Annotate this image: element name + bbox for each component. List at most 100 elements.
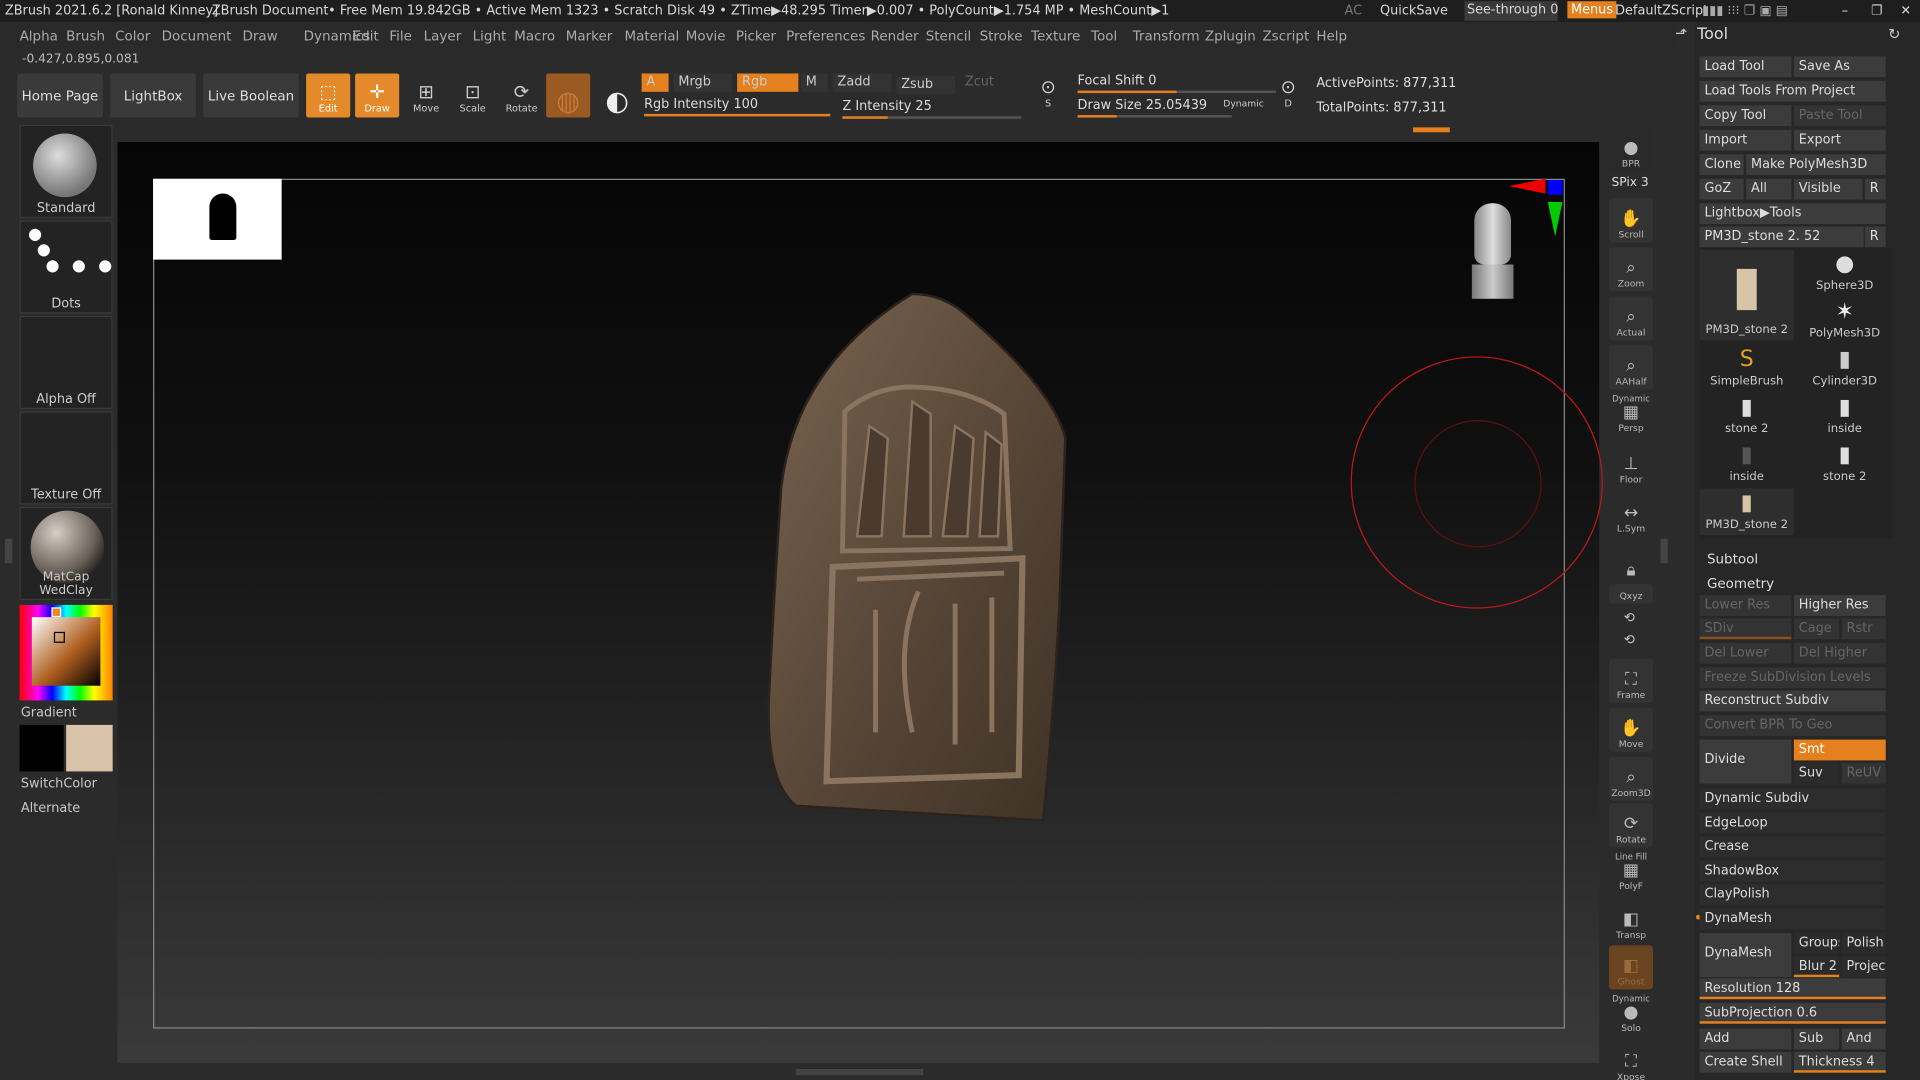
- menu-light[interactable]: Light: [473, 28, 507, 44]
- rotate-y-icon[interactable]: ⟲: [1624, 610, 1635, 626]
- tool-inside-a[interactable]: ▮ inside: [1798, 393, 1892, 440]
- menus-button[interactable]: Menus: [1567, 1, 1617, 19]
- import-button[interactable]: Import: [1699, 129, 1792, 151]
- move-button[interactable]: ⊞ Move: [404, 73, 448, 117]
- xpose-button[interactable]: ⛶ Xpose: [1608, 1040, 1654, 1080]
- maximize-icon[interactable]: ❐: [1871, 4, 1883, 19]
- zadd-toggle[interactable]: Zadd: [832, 73, 892, 92]
- lower-res-button[interactable]: Lower Res: [1699, 595, 1792, 616]
- menu-zplugin[interactable]: Zplugin: [1205, 28, 1256, 44]
- menu-zscript[interactable]: Zscript: [1262, 28, 1309, 44]
- secondary-color-swatch[interactable]: [19, 724, 64, 772]
- polish-toggle[interactable]: Polish: [1841, 933, 1886, 954]
- close-icon[interactable]: ✕: [1900, 4, 1911, 19]
- window-layout-icons[interactable]: ▮▮▮ ⁝⁝⁝ ❐ ▣ ▤: [1702, 4, 1788, 19]
- polyf-button[interactable]: Line Fill ▦ PolyF: [1608, 849, 1654, 894]
- menu-document[interactable]: Document: [162, 28, 232, 44]
- subprojection-slider[interactable]: SubProjection 0.6: [1699, 1002, 1886, 1024]
- menu-stroke[interactable]: Stroke: [980, 28, 1023, 44]
- menu-brush[interactable]: Brush: [66, 28, 105, 44]
- dynamesh-section[interactable]: DynaMesh: [1699, 908, 1886, 930]
- focal-shift-slider[interactable]: Focal Shift 0: [1077, 73, 1276, 94]
- crease-section[interactable]: Crease: [1699, 836, 1886, 858]
- reuv-toggle[interactable]: ReUV: [1841, 762, 1886, 784]
- claypolish-section[interactable]: ClayPolish: [1699, 884, 1886, 905]
- tool-simplebrush[interactable]: S SimpleBrush: [1700, 345, 1794, 392]
- save-as-button[interactable]: Save As: [1793, 56, 1886, 78]
- z-intensity-slider[interactable]: Z Intensity 25: [842, 99, 1022, 119]
- tool-pm3d-stone-2[interactable]: ▮ PM3D_stone 2: [1699, 249, 1794, 341]
- dynamic-toggle[interactable]: Dynamic: [1223, 98, 1264, 109]
- switchcolor-button[interactable]: SwitchColor: [21, 776, 97, 791]
- gradient-toggle[interactable]: Gradient: [21, 705, 77, 720]
- suv-toggle[interactable]: Suv: [1793, 762, 1840, 784]
- stone-tablet-model[interactable]: [759, 291, 1077, 830]
- see-through-slider[interactable]: See-through 0: [1464, 1, 1558, 21]
- menu-macro[interactable]: Macro: [514, 28, 555, 44]
- menu-stencil[interactable]: Stencil: [926, 28, 972, 44]
- menu-tool[interactable]: Tool: [1091, 28, 1117, 44]
- main-color-swatch[interactable]: [66, 724, 113, 772]
- minimize-icon[interactable]: –: [1842, 4, 1848, 19]
- mrgb-toggle[interactable]: Mrgb: [673, 73, 733, 92]
- xyz-button[interactable]: Qxyz: [1608, 584, 1654, 604]
- material-thumbnail[interactable]: MatCap WedClay: [19, 506, 113, 601]
- material-sphere-icon[interactable]: ◍: [546, 73, 591, 118]
- goz-all-button[interactable]: All: [1746, 178, 1792, 200]
- lock-button[interactable]: 🔒︎: [1608, 538, 1654, 583]
- live-boolean-button[interactable]: Live Boolean: [203, 73, 299, 118]
- rstr-button[interactable]: Rstr: [1841, 618, 1886, 640]
- rotate-view-button[interactable]: ⟳ Rotate: [1608, 803, 1654, 848]
- bpr-button[interactable]: ● BPR: [1608, 127, 1654, 172]
- script-label[interactable]: DefaultZScript: [1615, 4, 1708, 19]
- draw-size-slider[interactable]: Draw Size 25.05439: [1077, 98, 1232, 118]
- orientation-head[interactable]: [1465, 198, 1521, 301]
- solo-button[interactable]: Dynamic ● Solo: [1608, 991, 1654, 1036]
- menu-render[interactable]: Render: [871, 28, 919, 44]
- load-tools-from-project-button[interactable]: Load Tools From Project: [1699, 80, 1886, 102]
- paste-tool-button[interactable]: Paste Tool: [1793, 105, 1886, 127]
- menu-color[interactable]: Color: [115, 28, 150, 44]
- texture-thumbnail[interactable]: Texture Off: [19, 411, 113, 505]
- current-tool-slider[interactable]: PM3D_stone 2. 52: [1699, 226, 1864, 248]
- dynamic-subdiv-section[interactable]: Dynamic Subdiv: [1699, 788, 1886, 810]
- lightbox-tools-button[interactable]: Lightbox▶Tools: [1699, 203, 1886, 225]
- menu-marker[interactable]: Marker: [566, 28, 613, 44]
- menu-layer[interactable]: Layer: [424, 28, 462, 44]
- rotate-button[interactable]: ⟳ Rotate: [500, 73, 544, 117]
- export-button[interactable]: Export: [1793, 129, 1886, 151]
- palette-pin-icon[interactable]: ⬏: [1675, 24, 1687, 41]
- thickness-slider[interactable]: Thickness 4: [1793, 1051, 1886, 1073]
- menu-material[interactable]: Material: [624, 28, 679, 44]
- menu-file[interactable]: File: [389, 28, 412, 44]
- a-toggle[interactable]: A: [641, 73, 669, 92]
- tool-cylinder3d[interactable]: ▮ Cylinder3D: [1798, 345, 1892, 392]
- color-picker[interactable]: [19, 604, 113, 701]
- alternate-button[interactable]: Alternate: [21, 801, 80, 816]
- tool-stone-2-a[interactable]: ▮ stone 2: [1700, 393, 1794, 440]
- actual-button[interactable]: ⌕ Actual: [1608, 296, 1654, 341]
- convert-bpr-button[interactable]: Convert BPR To Geo: [1699, 715, 1886, 736]
- lightbox-button[interactable]: LightBox: [110, 73, 196, 118]
- create-shell-button[interactable]: Create Shell: [1699, 1051, 1792, 1073]
- add-button[interactable]: Add: [1699, 1028, 1792, 1050]
- blur-slider[interactable]: Blur 2: [1793, 956, 1840, 978]
- zoom-button[interactable]: ⌕ Zoom: [1608, 247, 1654, 292]
- quicksave-button[interactable]: QuickSave: [1380, 4, 1448, 19]
- menu-texture[interactable]: Texture: [1031, 28, 1080, 44]
- freeze-subdivision-button[interactable]: Freeze SubDivision Levels: [1699, 667, 1886, 689]
- reconstruct-subdiv-button[interactable]: Reconstruct Subdiv: [1699, 690, 1886, 712]
- move-view-button[interactable]: ✋ Move: [1608, 707, 1654, 752]
- tool-stone-2-b[interactable]: ▮ stone 2: [1798, 441, 1892, 488]
- goz-button[interactable]: GoZ: [1699, 178, 1744, 200]
- rgb-intensity-slider[interactable]: Rgb Intensity 100: [644, 97, 831, 117]
- load-tool-button[interactable]: Load Tool: [1699, 56, 1792, 78]
- right-shelf-handle[interactable]: [1660, 538, 1668, 564]
- navigator-thumbnail[interactable]: [153, 178, 282, 260]
- sub-button[interactable]: Sub: [1793, 1028, 1840, 1050]
- left-shelf-handle[interactable]: [4, 538, 13, 564]
- subtool-header[interactable]: Subtool: [1707, 551, 1758, 567]
- divide-button[interactable]: Divide: [1699, 739, 1792, 784]
- rotate-z-icon[interactable]: ⟲: [1624, 632, 1635, 648]
- edgeloop-section[interactable]: EdgeLoop: [1699, 813, 1886, 834]
